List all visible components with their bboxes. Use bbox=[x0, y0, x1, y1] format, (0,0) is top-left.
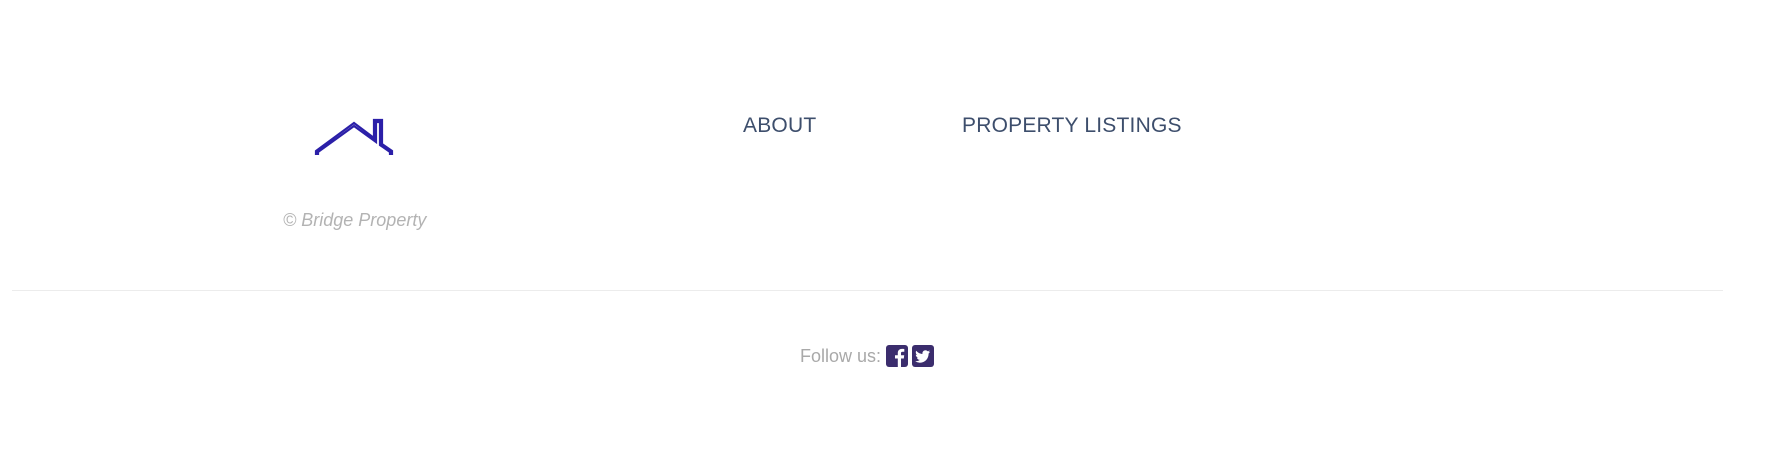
nav-link-about[interactable]: ABOUT bbox=[743, 114, 816, 138]
social-links: Follow us: bbox=[800, 344, 938, 368]
copyright-text: © Bridge Property bbox=[283, 210, 427, 230]
house-roof-icon[interactable] bbox=[314, 115, 394, 155]
footer-divider bbox=[12, 290, 1723, 291]
nav-link-property-listings[interactable]: PROPERTY LISTINGS bbox=[962, 114, 1182, 138]
site-footer: © Bridge Property ABOUT PROPERTY LISTING… bbox=[0, 0, 1792, 451]
follow-us-label: Follow us: bbox=[800, 345, 882, 366]
twitter-square-icon[interactable] bbox=[912, 345, 935, 367]
facebook-square-icon[interactable] bbox=[886, 345, 909, 367]
